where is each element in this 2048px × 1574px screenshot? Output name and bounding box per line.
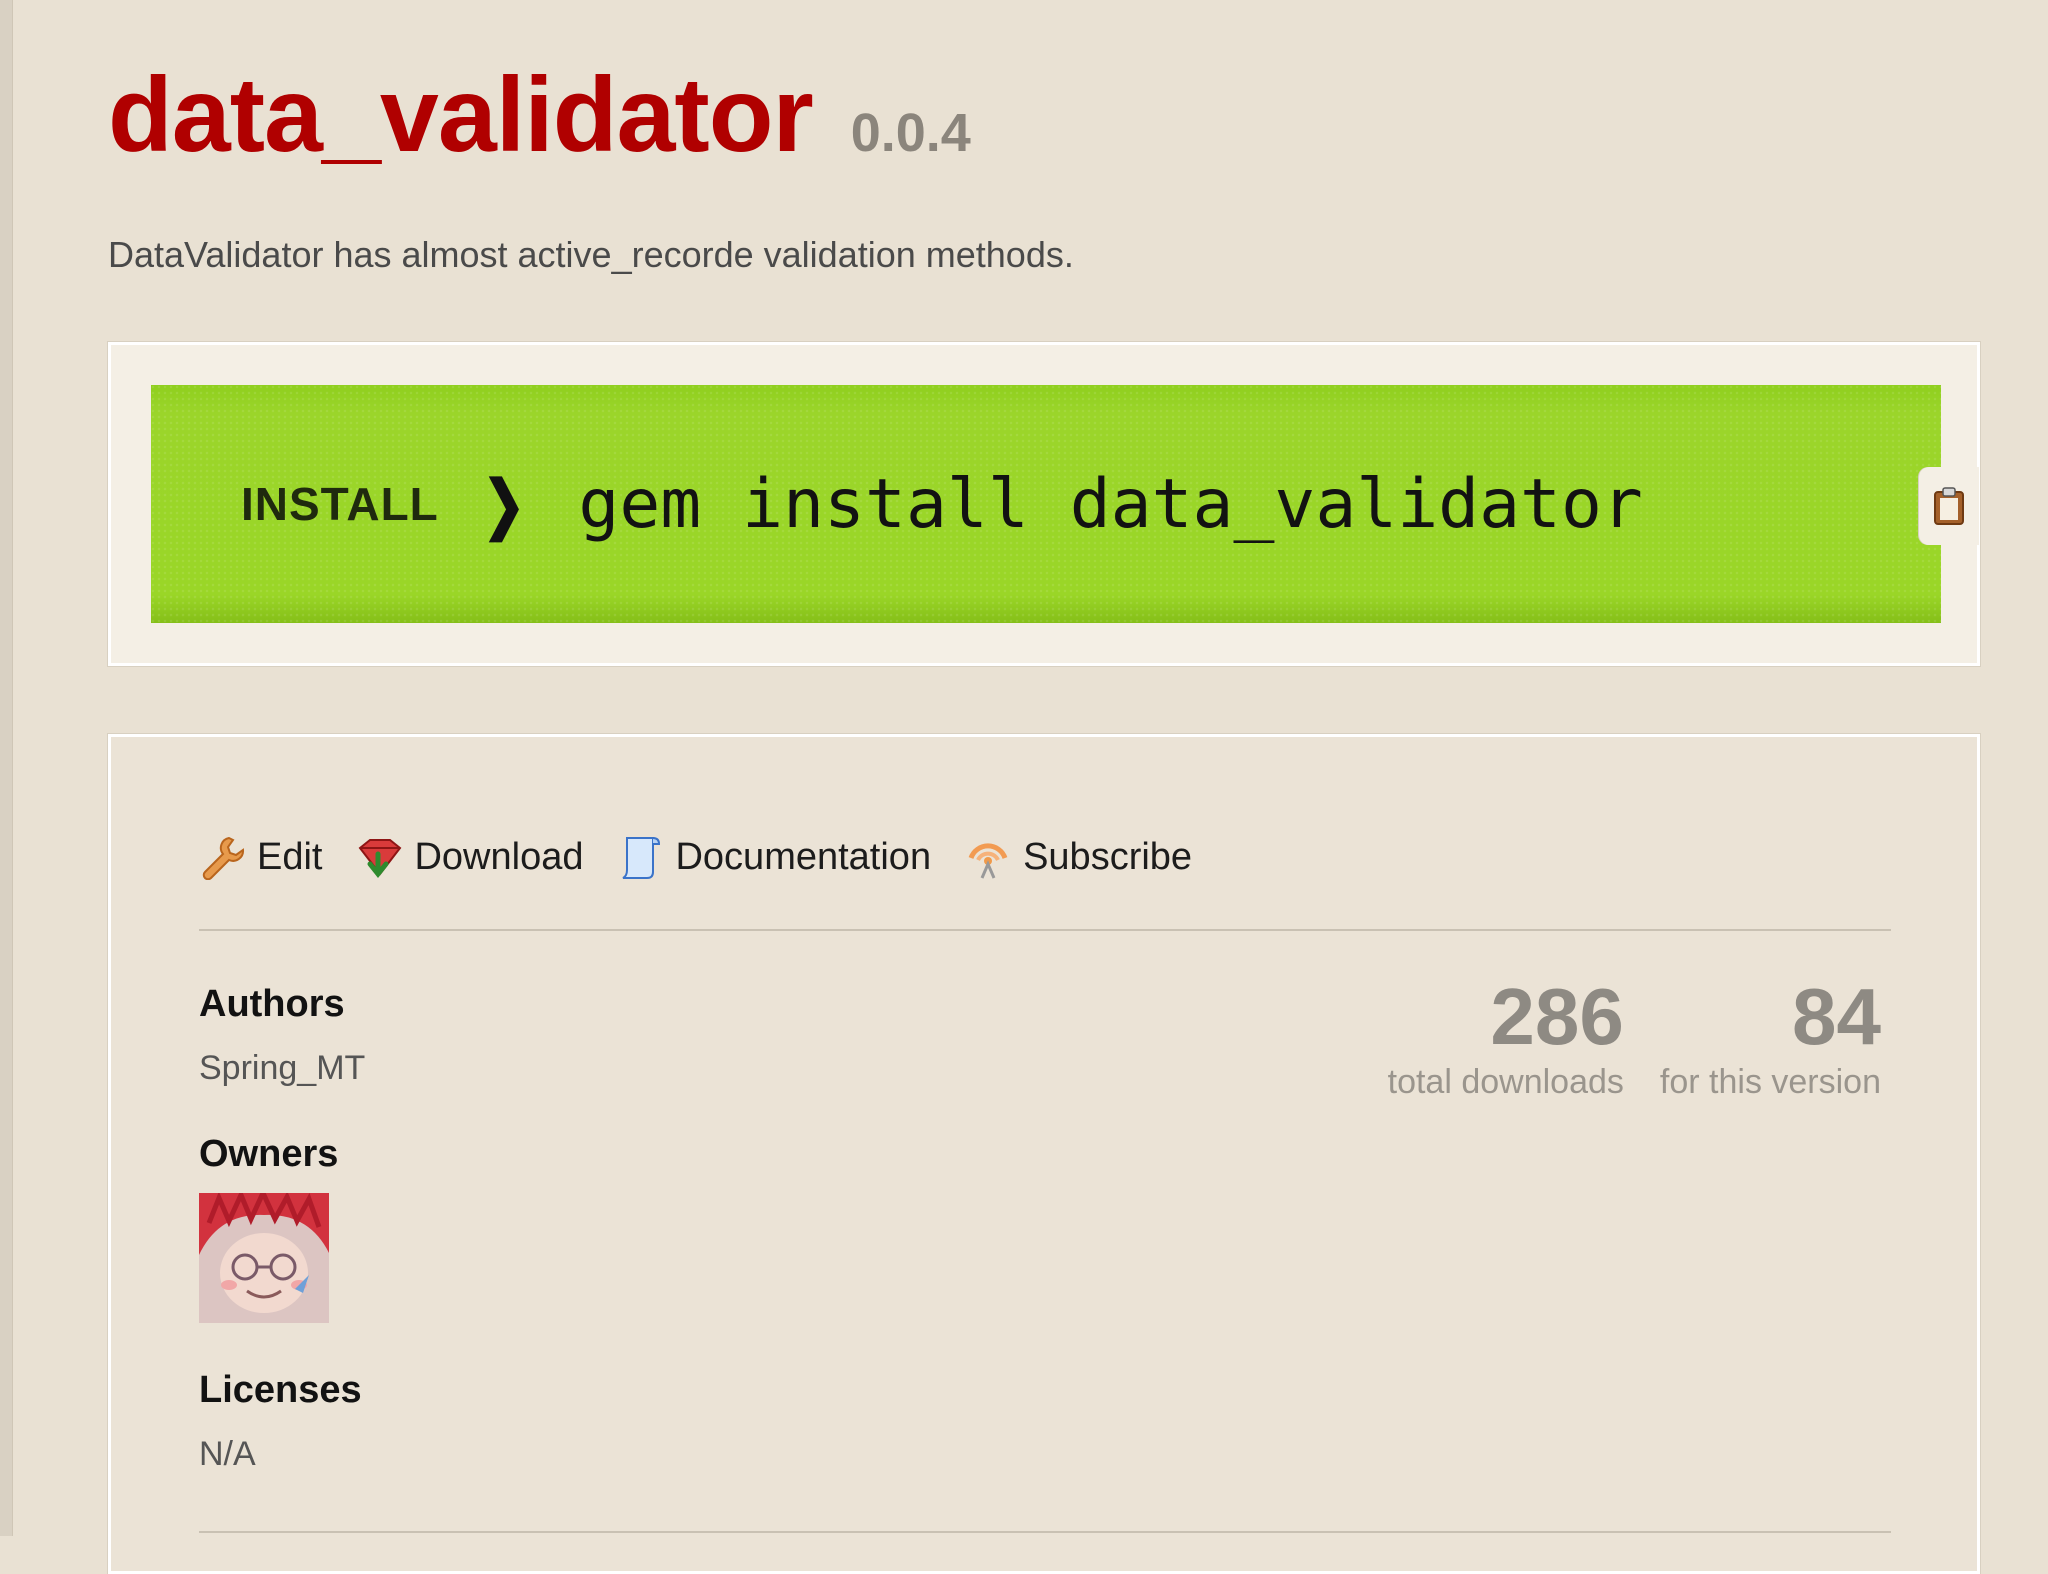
download-link-label: Download: [414, 835, 584, 878]
download-stats: 286 total downloads 84 for this version: [1352, 977, 1881, 1102]
author-name[interactable]: Spring_MT: [199, 1049, 365, 1088]
total-downloads-count: 286: [1490, 972, 1624, 1061]
install-box: INSTALL ❯ gem install data_validator: [108, 342, 1980, 666]
gem-description: DataValidator has almost active_recorde …: [108, 234, 1074, 275]
owner-avatar-image: [199, 1193, 329, 1323]
copy-to-clipboard-button[interactable]: [1919, 467, 1979, 545]
license-value: N/A: [199, 1435, 256, 1473]
gem-info-panel: Edit Download Documentation Subscribe Au…: [108, 734, 1980, 1574]
licenses-heading: Licenses: [199, 1369, 362, 1411]
documentation-link-label: Documentation: [675, 835, 932, 878]
install-label: INSTALL: [241, 478, 439, 530]
gem-title-row: data_validator 0.0.4: [108, 62, 971, 172]
left-page-edge: [0, 0, 13, 1536]
owners-heading: Owners: [199, 1133, 339, 1175]
version-downloads-stat: 84 for this version: [1660, 977, 1881, 1102]
install-chevron: ❯: [482, 468, 526, 540]
document-icon: [622, 837, 661, 879]
download-gem-icon: [359, 839, 402, 879]
edit-link[interactable]: Edit: [199, 834, 322, 880]
gem-name: data_validator: [108, 56, 814, 174]
total-downloads-stat: 286 total downloads: [1388, 977, 1624, 1102]
owner-avatar[interactable]: [199, 1193, 329, 1323]
clipboard-icon: [1934, 487, 1964, 525]
download-link[interactable]: Download: [356, 834, 583, 880]
rss-feed-icon: [968, 843, 1008, 879]
links-divider: [199, 929, 1891, 931]
edit-link-label: Edit: [257, 835, 323, 878]
subscribe-link-label: Subscribe: [1023, 835, 1193, 878]
subscribe-link[interactable]: Subscribe: [965, 834, 1192, 880]
bottom-divider: [199, 1531, 1891, 1533]
version-downloads-label: for this version: [1659, 1063, 1881, 1101]
version-downloads-count: 84: [1792, 972, 1881, 1061]
gem-version: 0.0.4: [850, 103, 971, 163]
gem-page: data_validator 0.0.4 DataValidator has a…: [108, 0, 1983, 1574]
wrench-icon: [202, 836, 245, 880]
install-bar: INSTALL ❯ gem install data_validator: [151, 385, 1941, 623]
install-command[interactable]: gem install data_validator: [578, 465, 1642, 544]
total-downloads-label: total downloads: [1387, 1063, 1624, 1101]
gem-links: Edit Download Documentation Subscribe: [199, 827, 1226, 887]
documentation-link[interactable]: Documentation: [617, 834, 931, 880]
authors-heading: Authors: [199, 983, 345, 1025]
